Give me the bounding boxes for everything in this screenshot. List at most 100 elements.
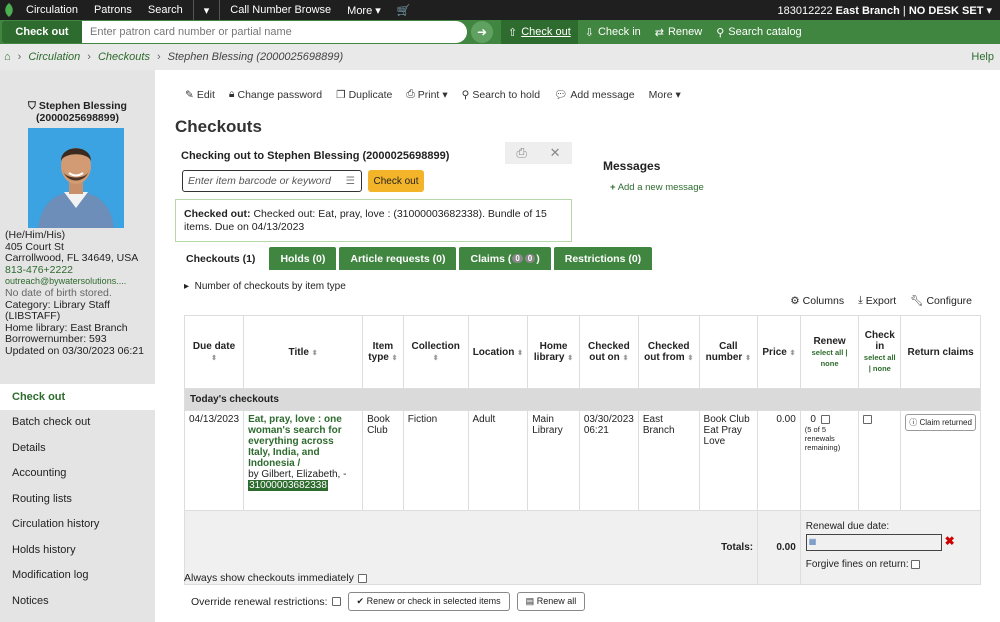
col-price[interactable]: Price ⬍ (757, 315, 801, 389)
menu-holds-history[interactable]: Holds history (0, 537, 155, 563)
menu-circulation-history[interactable]: Circulation history (0, 512, 155, 538)
home-icon[interactable]: ⌂ (4, 51, 11, 63)
user-info[interactable]: 183012222 East Branch | NO DESK SET ▾ (778, 4, 1000, 17)
barcode-placeholder: Enter item barcode or keyword (188, 175, 331, 187)
desk-name: NO DESK SET (908, 4, 984, 17)
title-link[interactable]: Eat, pray, love : one woman's search for… (248, 414, 342, 469)
tab-claims-close: ) (536, 252, 540, 265)
printer-icon[interactable]: ⎙ (516, 145, 526, 161)
col-call-number[interactable]: Call number ⬍ (698, 315, 759, 389)
barcode-input[interactable]: Enter item barcode or keyword ☰ (182, 170, 362, 192)
nav-search[interactable]: Search (140, 4, 191, 16)
menu-batch-check-out[interactable]: Batch check out (0, 410, 155, 436)
tab-claims[interactable]: Claims (0 0) (459, 247, 551, 270)
renew-select-all-none[interactable]: select all | none (812, 348, 848, 368)
col-check-in-label: Check in (864, 330, 895, 352)
tab-checkouts[interactable]: Checkouts (1) (175, 247, 267, 270)
duplicate-button[interactable]: ❐ Duplicate (336, 88, 392, 101)
tab-article-requests[interactable]: Article requests (0) (339, 247, 457, 270)
cell-home-library: Main Library (527, 410, 580, 511)
search-catalog-action[interactable]: ⚲ Search catalog (709, 20, 808, 44)
columns-label: Columns (802, 294, 845, 307)
menu-notices[interactable]: Notices (0, 588, 155, 614)
export-button[interactable]: ⤓ Export (858, 294, 896, 307)
col-checked-out-on[interactable]: Checked out on ⬍ (578, 315, 639, 389)
columns-button[interactable]: ⚙ Columns (790, 294, 844, 307)
renew-all-button[interactable]: ▤ Renew all (516, 592, 586, 611)
nav-call-number-browse[interactable]: Call Number Browse (222, 4, 339, 16)
menu-details[interactable]: Details (0, 435, 155, 461)
patron-search-input[interactable]: Enter patron card number or partial name (82, 21, 467, 43)
col-title[interactable]: Title ⬍ (243, 315, 364, 389)
col-checked-out-from[interactable]: Checked out from ⬍ (637, 315, 700, 389)
nav-circulation[interactable]: Circulation (18, 4, 86, 16)
claim-returned-button[interactable]: ⓘ Claim returned (905, 414, 976, 431)
tab-holds[interactable]: Holds (0) (269, 247, 337, 270)
barcode-link[interactable]: 31000003682338 (248, 480, 328, 491)
clear-date-icon[interactable]: ✖ (945, 534, 955, 548)
col-check-in: Check in select all | none (858, 315, 902, 389)
col-due-date[interactable]: Due date ⬍ (183, 315, 245, 389)
change-password-button[interactable]: 🔒︎ Change password (229, 88, 322, 101)
col-location[interactable]: Location ⬍ (467, 315, 529, 389)
always-show-checkbox[interactable] (357, 573, 367, 583)
menu-routing-lists[interactable]: Routing lists (0, 486, 155, 512)
print-button[interactable]: ⎙ Print ▾ (406, 88, 447, 101)
cell-check-in (858, 410, 902, 511)
patron-phone[interactable]: 813-476+2222 (5, 264, 144, 277)
patron-details: (He/Him/His) 405 Court St Carrollwood, F… (5, 229, 144, 358)
edit-button[interactable]: ✎ Edit (185, 88, 215, 101)
patron-name-block: ⛉ Stephen Blessing (2000025698899) (0, 100, 155, 124)
always-show-row: Always show checkouts immediately (184, 572, 367, 584)
page-title: Checkouts (175, 117, 262, 136)
checkin-checkbox[interactable] (863, 414, 873, 424)
nav-dropdown-icon[interactable]: ▾ (196, 4, 218, 17)
menu-check-out[interactable]: Check out (0, 384, 155, 410)
nav-more[interactable]: More ▾ (339, 4, 389, 17)
tab-restrictions[interactable]: Restrictions (0) (553, 247, 653, 270)
checkout-action[interactable]: ⇧ Check out (501, 20, 578, 44)
add-message-button[interactable]: 💬︎ Add message (554, 88, 635, 102)
breadcrumb-current: Stephen Blessing (2000025698899) (167, 51, 344, 63)
renew-selected-button[interactable]: ✔ Renew or check in selected items (347, 592, 510, 611)
breadcrumb-circulation[interactable]: Circulation (28, 51, 80, 63)
more-label: More (648, 88, 673, 101)
checkout-submit-button[interactable]: Check out (368, 170, 424, 192)
nav-more-label: More (347, 4, 373, 17)
col-item-type[interactable]: Item type ⬍ (362, 315, 404, 389)
options-icon[interactable]: ☰ (346, 175, 355, 187)
sort-icon: ⬍ (687, 355, 694, 362)
checkin-action[interactable]: ⇩ Check in (578, 20, 648, 44)
col-home-library[interactable]: Home library ⬍ (527, 315, 580, 389)
copy-icon: ❐ (336, 88, 346, 101)
search-catalog-label: Search catalog (728, 26, 802, 38)
menu-modification-log[interactable]: Modification log (0, 563, 155, 589)
menu-accounting[interactable]: Accounting (0, 461, 155, 487)
renew-action[interactable]: ⇄ Renew (648, 20, 709, 44)
help-link[interactable]: Help (971, 51, 994, 63)
patron-photo[interactable] (28, 128, 124, 228)
add-message-link[interactable]: + Add a new message (610, 182, 704, 193)
close-icon[interactable]: ✕ (550, 145, 561, 161)
configure-button[interactable]: 🔧︎ Configure (910, 294, 972, 308)
branch-name: East Branch (835, 4, 900, 17)
cart-icon[interactable]: 🛒 (389, 4, 419, 17)
renew-checkbox[interactable] (821, 414, 831, 424)
forgive-fines-checkbox[interactable] (911, 559, 921, 569)
search-go-button[interactable]: ➜ (471, 21, 493, 43)
checked-out-message: Checked out: Checked out: Eat, pray, lov… (175, 199, 572, 242)
col-title-label: Title (288, 346, 309, 358)
calendar-icon[interactable]: ▦ (809, 537, 817, 546)
patron-updated: Updated on 03/30/2023 06:21 (5, 344, 144, 357)
nav-patrons[interactable]: Patrons (86, 4, 140, 16)
override-checkbox[interactable] (331, 597, 341, 606)
breadcrumb-checkouts[interactable]: Checkouts (98, 51, 150, 63)
col-collection[interactable]: Collection ⬍ (402, 315, 469, 389)
koha-logo-icon[interactable] (0, 0, 18, 20)
checkouts-by-type-toggle[interactable]: ▸ Number of checkouts by item type (184, 281, 346, 292)
renewal-due-date-input[interactable]: ▦ (805, 534, 942, 551)
patron-sidebar: ⛉ Stephen Blessing (2000025698899) (He/H… (0, 70, 155, 622)
search-to-hold-button[interactable]: ⚲ Search to hold (462, 88, 540, 101)
more-button[interactable]: More ▾ (649, 88, 681, 101)
checkin-select-all-none[interactable]: select all | none (864, 353, 896, 373)
